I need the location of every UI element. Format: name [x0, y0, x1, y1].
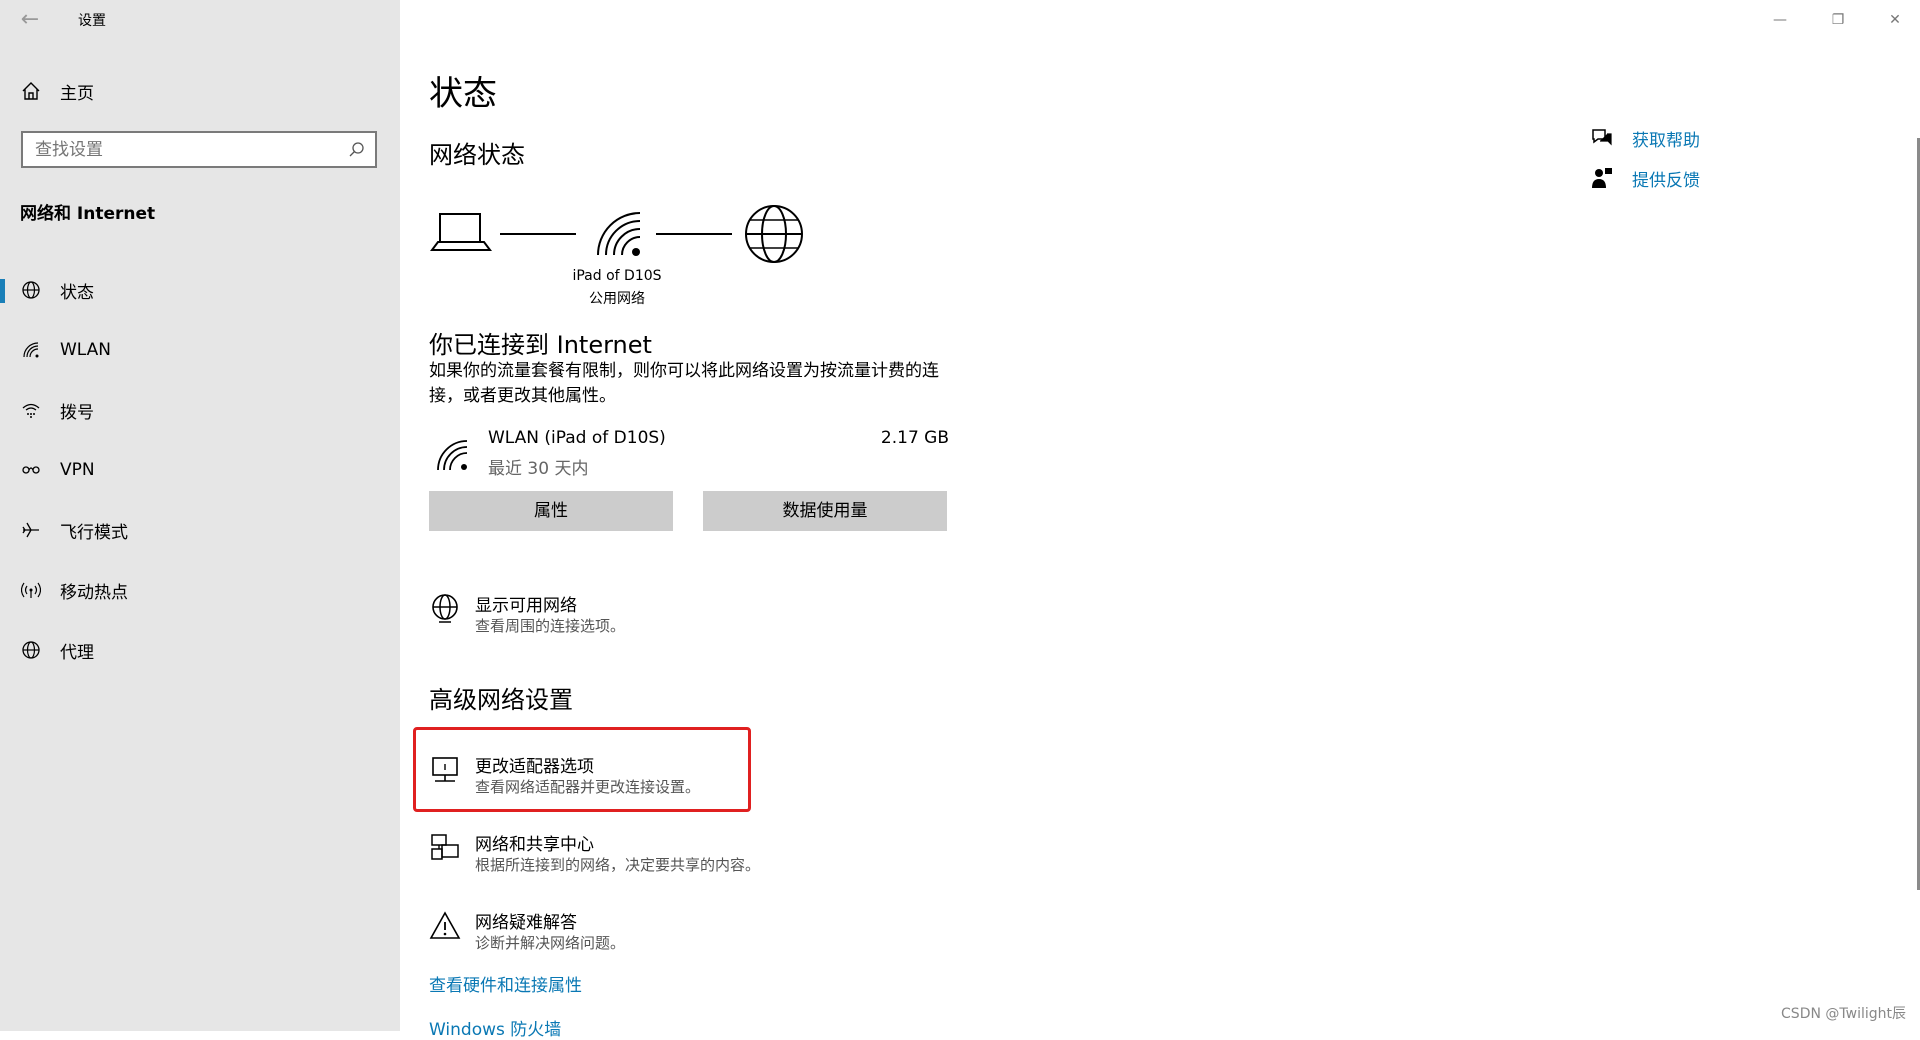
globe-icon [745, 205, 803, 263]
vpn-icon [20, 459, 42, 481]
sidebar-item-label: VPN [60, 460, 95, 480]
sidebar-item-label: 飞行模式 [60, 522, 128, 543]
warning-icon [429, 911, 461, 939]
sidebar-section-title: 网络和 Internet [20, 204, 156, 224]
sidebar-item-hotspot[interactable]: 移动热点 [0, 560, 400, 620]
get-help-link[interactable]: 获取帮助 [1590, 124, 1700, 152]
item-subtitle: 根据所连接到的网络，决定要共享的内容。 [475, 856, 761, 874]
sidebar-item-label: 主页 [60, 83, 94, 104]
search-input[interactable] [23, 133, 347, 166]
item-subtitle: 查看周围的连接选项。 [475, 617, 626, 635]
highlight-box [413, 727, 751, 812]
advanced-heading: 高级网络设置 [429, 686, 573, 714]
hardware-properties-link[interactable]: 查看硬件和连接属性 [429, 971, 582, 996]
proxy-globe-icon [20, 639, 42, 661]
globe-icon [432, 594, 458, 623]
globe-status-icon [20, 279, 42, 301]
connected-title: 你已连接到 Internet [429, 331, 652, 359]
sidebar-item-label: 移动热点 [60, 582, 128, 603]
sharing-center-item[interactable]: 网络和共享中心 根据所连接到的网络，决定要共享的内容。 [429, 830, 1029, 880]
wlan-name: WLAN (iPad of D10S) [488, 428, 666, 448]
wifi-icon [20, 339, 42, 361]
search-icon[interactable] [348, 141, 365, 158]
sidebar-nav: 状态 WLAN 拨号 VPN 飞行模式 移动热点 代理 [0, 260, 400, 680]
minimize-button[interactable]: — [1757, 6, 1803, 34]
airplane-icon [20, 519, 42, 541]
wifi-icon [597, 212, 641, 256]
show-networks-item[interactable]: 显示可用网络 查看周围的连接选项。 [429, 591, 1029, 641]
item-title: 显示可用网络 [475, 596, 577, 616]
data-usage-button[interactable]: 数据使用量 [703, 491, 947, 531]
sidebar-item-label: 拨号 [60, 402, 94, 423]
wifi-icon [437, 440, 468, 471]
firewall-link[interactable]: Windows 防火墙 [429, 1015, 561, 1040]
sidebar-item-label: 状态 [60, 282, 94, 303]
chat-help-icon [1592, 129, 1612, 146]
feedback-person-icon [1592, 168, 1612, 188]
sidebar-item-status[interactable]: 状态 [0, 260, 400, 320]
feedback-link[interactable]: 提供反馈 [1590, 164, 1700, 192]
sidebar-item-home[interactable]: 主页 [20, 78, 94, 104]
sidebar-item-label: 代理 [60, 642, 94, 663]
wlan-usage-row: WLAN (iPad of D10S) 最近 30 天内 2.17 GB [429, 428, 949, 479]
sidebar-item-wlan[interactable]: WLAN [0, 320, 400, 380]
dialup-icon [20, 399, 42, 421]
wlan-usage: 2.17 GB [880, 428, 949, 448]
page-title: 状态 [429, 74, 497, 114]
item-title: 网络疑难解答 [475, 913, 577, 933]
connected-description: 如果你的流量套餐有限制，则你可以将此网络设置为按流量计费的连接，或者更改其他属性… [429, 361, 939, 406]
maximize-button[interactable]: ❐ [1815, 6, 1861, 34]
get-help-label: 获取帮助 [1632, 130, 1700, 151]
wlan-period: 最近 30 天内 [488, 459, 589, 479]
item-subtitle: 诊断并解决网络问题。 [475, 934, 626, 952]
sidebar-item-proxy[interactable]: 代理 [0, 620, 400, 680]
hotspot-icon [20, 579, 42, 601]
laptop-icon [430, 213, 492, 251]
network-status-heading: 网络状态 [429, 141, 525, 169]
search-box[interactable] [21, 131, 377, 168]
network-type: 公用网络 [589, 291, 645, 307]
sidebar-item-vpn[interactable]: VPN [0, 440, 400, 500]
sidebar-item-dialup[interactable]: 拨号 [0, 380, 400, 440]
app-title: 设置 [78, 13, 106, 29]
network-sharing-icon [431, 834, 459, 860]
feedback-label: 提供反馈 [1632, 170, 1700, 191]
close-button[interactable]: ✕ [1872, 6, 1918, 34]
back-arrow-icon[interactable]: ← [18, 8, 42, 32]
sidebar-item-label: WLAN [60, 340, 112, 360]
item-title: 网络和共享中心 [475, 835, 594, 855]
network-ssid: iPad of D10S [572, 268, 662, 284]
troubleshoot-item[interactable]: 网络疑难解答 诊断并解决网络问题。 [429, 908, 1029, 958]
home-icon [22, 82, 40, 100]
sidebar-item-airplane[interactable]: 飞行模式 [0, 500, 400, 560]
sidebar: ← 设置 主页 网络和 Internet 状态 WLAN 拨号 VPN 飞行模式 [0, 0, 400, 1031]
watermark: CSDN @Twilight辰 [1781, 1006, 1906, 1022]
properties-button[interactable]: 属性 [429, 491, 673, 531]
